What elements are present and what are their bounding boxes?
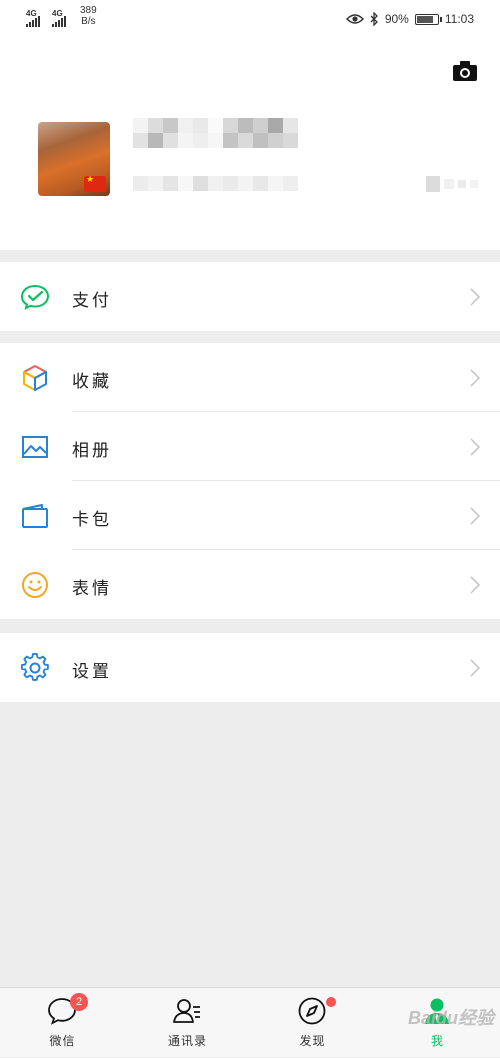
network-type-label: 4G [52,9,63,18]
status-bar: 4G 4G 389 B/s 90% 11:03 [0,0,500,44]
signal-sim1-icon: 4G [26,10,40,27]
tab-label-contacts: 通讯录 [167,1034,207,1048]
group-settings: 设置 [0,633,500,702]
tab-discover[interactable]: 发现 [250,988,375,1058]
group-main: 收藏 相册 卡包 表情 [0,343,500,619]
tab-contacts[interactable]: 通讯录 [125,988,250,1058]
image-icon [22,436,48,458]
tab-me[interactable]: 我 Baidu经验 [375,988,500,1058]
signal-sim2-icon: 4G [52,10,66,27]
menu-item-stickers[interactable]: 表情 [0,550,500,619]
bluetooth-icon [370,12,378,26]
tab-label-discover: 发现 [299,1034,326,1048]
cube-icon [23,365,47,391]
menu-item-favorites[interactable]: 收藏 [0,343,500,412]
tab-label-me: 我 [430,1034,444,1048]
chevron-right-icon [470,288,480,306]
unread-badge: 2 [70,993,88,1011]
wallet-icon [22,504,48,528]
chevron-right-icon [470,507,480,525]
compass-icon [298,997,326,1025]
wechat-id-pixelated [133,176,298,191]
network-type-label: 4G [26,9,37,18]
smiley-icon [22,572,48,598]
net-speed: 389 B/s [80,5,97,27]
tab-chats[interactable]: 2 微信 [0,988,125,1058]
menu-item-cards[interactable]: 卡包 [0,481,500,550]
contacts-icon [173,999,200,1023]
tab-label-chats: 微信 [49,1034,76,1048]
menu-item-settings[interactable]: 设置 [0,633,500,702]
new-moments-dot [326,997,336,1007]
avatar[interactable] [38,122,110,196]
menu-item-album[interactable]: 相册 [0,412,500,481]
battery-icon [414,13,442,25]
menu-label-favorites: 收藏 [72,372,112,392]
chevron-right-icon [470,659,480,677]
wechat-pay-icon [20,284,50,310]
chevron-right-icon [470,369,480,387]
chevron-right-icon [470,438,480,456]
eye-icon [345,14,364,24]
group-pay: 支付 [0,262,500,331]
flag-icon [84,175,106,192]
battery-percent: 90% [384,12,409,26]
camera-icon[interactable] [452,60,478,82]
tab-bar: 2 微信 通讯录 发现 我 Baidu经验 [0,987,500,1057]
nickname-pixelated-row2 [133,133,298,148]
menu-label-cards: 卡包 [72,510,112,530]
baidu-watermark: Baidu经验 [407,1008,494,1028]
menu-label-stickers: 表情 [72,579,112,599]
net-speed-value: 389 [80,5,97,16]
nickname-pixelated [133,118,298,133]
menu-label-settings: 设置 [72,662,112,682]
clock: 11:03 [444,12,474,26]
chevron-right-icon [470,576,480,594]
menu-label-pay: 支付 [72,291,112,311]
menu-item-pay[interactable]: 支付 [0,262,500,331]
qr-code-icon[interactable] [426,176,478,192]
gear-icon [20,653,49,681]
net-speed-unit: B/s [81,16,96,27]
menu-label-album: 相册 [72,441,112,461]
profile-header[interactable] [0,44,500,250]
